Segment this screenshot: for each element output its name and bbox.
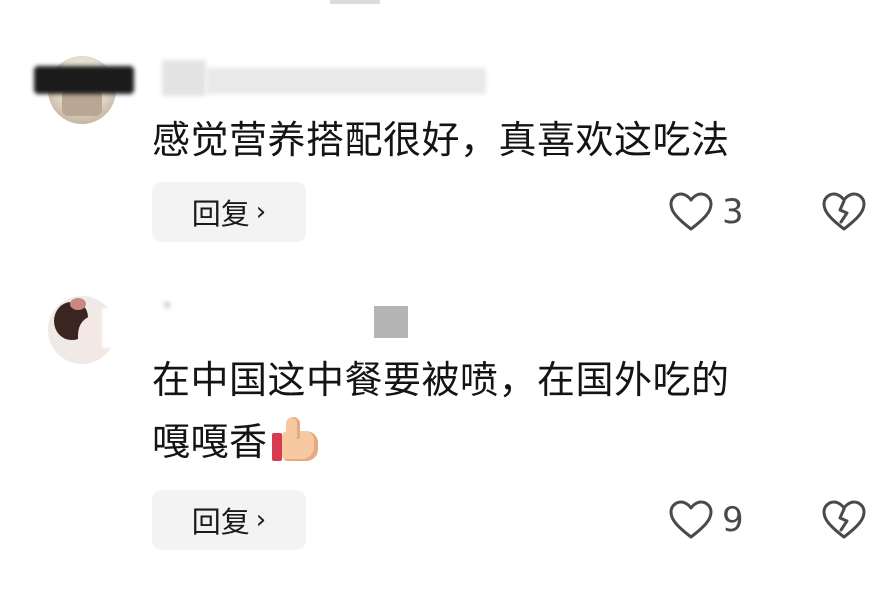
privacy-mask — [102, 308, 164, 348]
reply-button[interactable]: 回复 › — [152, 490, 306, 550]
comment-text-line: 嘎嘎香 — [152, 416, 852, 468]
username-redacted — [206, 68, 486, 94]
thumbs-up-emoji — [270, 417, 322, 461]
comment-text: 感觉营养搭配很好，真喜欢这吃法 — [152, 118, 730, 162]
like-button[interactable]: 3 — [668, 192, 744, 232]
comment-text-segment: 嘎嘎香 — [152, 420, 268, 464]
username-redacted — [164, 302, 170, 308]
heart-outline-icon — [669, 192, 713, 231]
dislike-button[interactable] — [822, 500, 866, 544]
reply-button[interactable]: 回复 › — [152, 182, 306, 242]
like-count: 9 — [722, 500, 744, 540]
comment-text-line: 在中国这中餐要被喷，在国外吃的 — [152, 358, 730, 402]
chevron-right-icon: › — [255, 505, 267, 535]
top-divider — [330, 0, 380, 4]
like-count: 3 — [722, 192, 744, 232]
reply-label: 回复 — [191, 505, 250, 539]
privacy-mask — [374, 306, 408, 338]
broken-heart-icon — [822, 192, 866, 231]
dislike-button[interactable] — [822, 192, 866, 236]
privacy-mask — [34, 66, 134, 94]
privacy-mask — [162, 60, 206, 96]
reply-label: 回复 — [191, 197, 250, 231]
broken-heart-icon — [822, 500, 866, 539]
chevron-right-icon: › — [255, 197, 267, 227]
like-button[interactable]: 9 — [668, 500, 744, 540]
comment-text: 在中国这中餐要被喷，在国外吃的 嘎嘎香 — [152, 354, 852, 468]
heart-outline-icon — [669, 500, 713, 539]
